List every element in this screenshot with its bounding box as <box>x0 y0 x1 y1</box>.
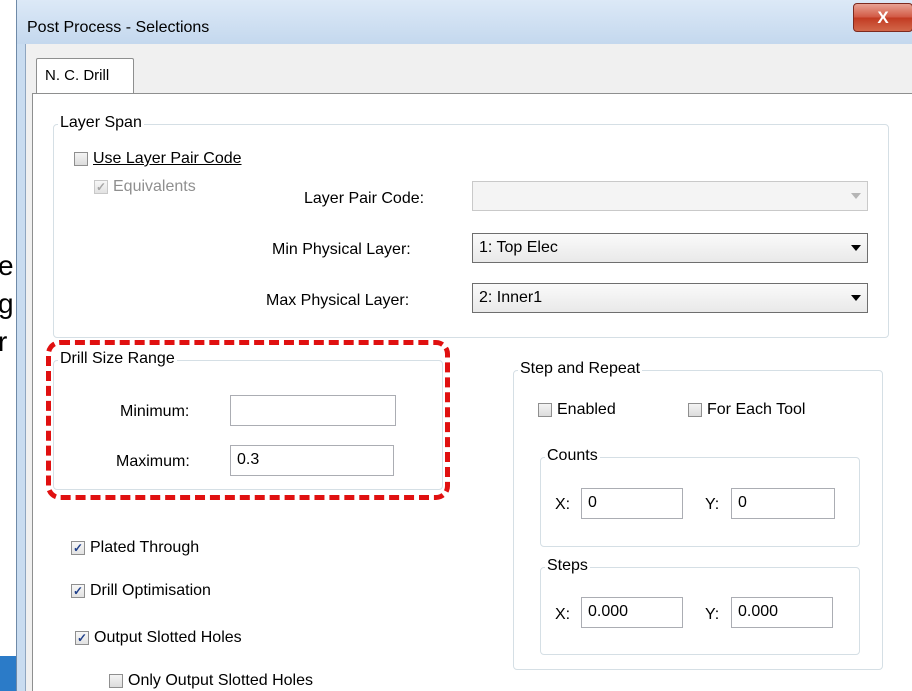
step-and-repeat-group: Step and Repeat Enabled For Each Tool Co… <box>513 360 883 670</box>
counts-x-value: 0 <box>588 494 597 511</box>
checkbox-icon <box>688 403 702 417</box>
check-icon: ✓ <box>71 541 85 555</box>
only-output-slotted-holes-checkbox[interactable]: Only Output Slotted Holes <box>109 672 313 690</box>
tab-nc-drill[interactable]: N. C. Drill <box>36 58 134 94</box>
counts-y-input[interactable]: 0 <box>731 488 835 519</box>
max-physical-layer-value: 2: Inner1 <box>479 289 543 306</box>
drill-size-range-highlight <box>46 340 450 500</box>
chevron-down-icon <box>851 295 861 301</box>
output-slotted-holes-label: Output Slotted Holes <box>94 629 242 646</box>
steps-x-input[interactable]: 0.000 <box>581 597 683 628</box>
close-button[interactable]: X <box>853 3 912 32</box>
background-text-fragment: r <box>0 326 8 357</box>
title-bar[interactable]: Post Process - Selections X <box>17 0 912 44</box>
check-icon: ✓ <box>75 631 89 645</box>
layer-pair-code-select[interactable] <box>472 181 868 211</box>
check-icon: ✓ <box>94 180 108 194</box>
for-each-tool-checkbox[interactable]: For Each Tool <box>688 401 805 419</box>
chevron-down-icon <box>851 193 861 199</box>
checkbox-icon <box>74 152 88 166</box>
plated-through-label: Plated Through <box>90 539 200 556</box>
counts-x-input[interactable]: 0 <box>581 488 683 519</box>
steps-x-value: 0.000 <box>588 603 629 620</box>
for-each-tool-label: For Each Tool <box>707 401 806 418</box>
only-output-slotted-holes-label: Only Output Slotted Holes <box>128 672 313 689</box>
background-text-fragment: e <box>0 250 14 281</box>
check-icon: ✓ <box>71 584 85 598</box>
max-physical-layer-label: Max Physical Layer: <box>266 292 410 309</box>
output-slotted-holes-checkbox[interactable]: ✓ Output Slotted Holes <box>75 629 242 647</box>
min-physical-layer-label: Min Physical Layer: <box>272 241 411 258</box>
step-and-repeat-label: Step and Repeat <box>518 360 643 378</box>
window-title: Post Process - Selections <box>27 19 210 36</box>
min-physical-layer-value: 1: Top Elec <box>479 239 558 256</box>
drill-optimisation-label: Drill Optimisation <box>90 582 211 599</box>
plated-through-checkbox[interactable]: ✓ Plated Through <box>71 539 199 557</box>
background-accent-bar <box>0 656 16 691</box>
equivalents-checkbox[interactable]: ✓ Equivalents <box>94 178 196 196</box>
steps-y-label: Y: <box>705 606 720 623</box>
counts-x-label: X: <box>555 496 571 513</box>
checkbox-icon <box>538 403 552 417</box>
steps-y-value: 0.000 <box>738 603 779 620</box>
use-layer-pair-code-label: Use Layer Pair Code <box>93 150 242 167</box>
enabled-checkbox[interactable]: Enabled <box>538 401 616 419</box>
enabled-label: Enabled <box>557 401 616 418</box>
background-text-fragment: g <box>0 288 14 319</box>
steps-x-label: X: <box>555 606 571 623</box>
layer-pair-code-label: Layer Pair Code: <box>304 190 425 207</box>
counts-label: Counts <box>545 447 600 465</box>
layer-span-group: Layer Span Use Layer Pair Code ✓ Equival… <box>53 114 889 338</box>
layer-span-label: Layer Span <box>58 114 144 132</box>
counts-y-label: Y: <box>705 496 720 513</box>
steps-y-input[interactable]: 0.000 <box>731 597 833 628</box>
counts-y-value: 0 <box>738 494 747 511</box>
checkbox-icon <box>109 674 123 688</box>
drill-optimisation-checkbox[interactable]: ✓ Drill Optimisation <box>71 582 211 600</box>
steps-group: Steps X: 0.000 Y: 0.000 <box>540 557 860 655</box>
counts-group: Counts X: 0 Y: 0 <box>540 447 860 547</box>
chevron-down-icon <box>851 245 861 251</box>
equivalents-label: Equivalents <box>113 178 196 195</box>
use-layer-pair-code-checkbox[interactable]: Use Layer Pair Code <box>74 150 242 168</box>
close-icon: X <box>877 8 889 27</box>
min-physical-layer-select[interactable]: 1: Top Elec <box>472 233 868 263</box>
max-physical-layer-select[interactable]: 2: Inner1 <box>472 283 868 313</box>
steps-label: Steps <box>545 557 590 575</box>
